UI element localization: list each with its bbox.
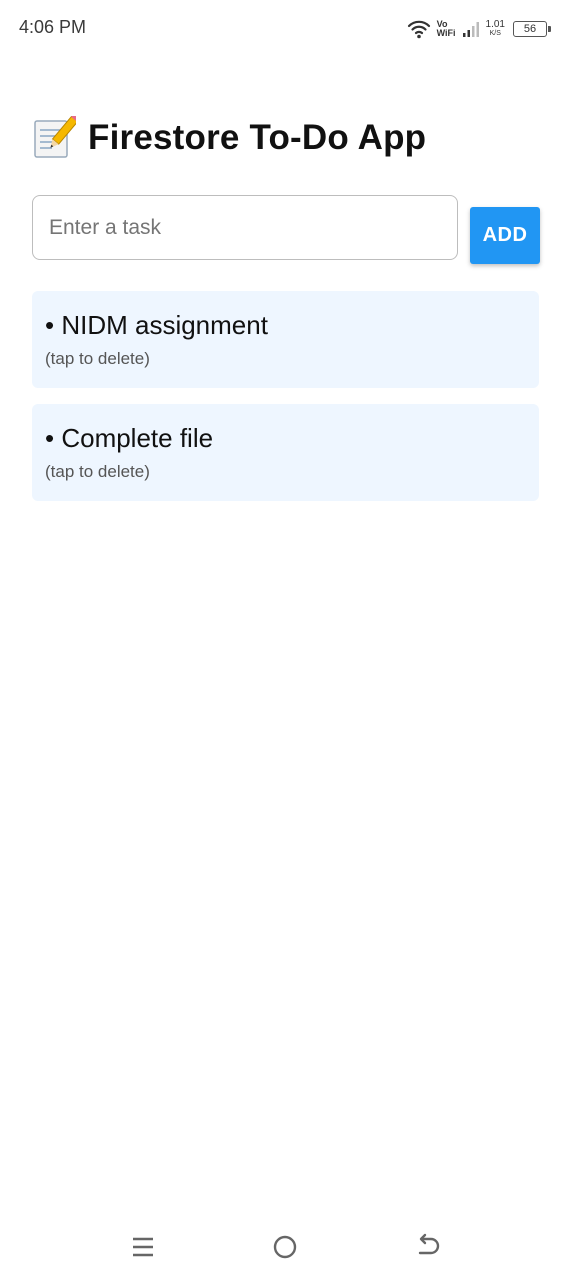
add-button[interactable]: ADD	[470, 207, 540, 264]
vowifi-indicator: Vo WiFi	[437, 20, 456, 38]
task-title: • NIDM assignment	[45, 310, 268, 340]
status-time: 4:06 PM	[19, 17, 87, 37]
task-hint: (tap to delete)	[45, 349, 150, 368]
task-hint: (tap to delete)	[45, 462, 150, 481]
memo-icon	[34, 116, 76, 158]
page-title: Firestore To-Do App	[32, 116, 426, 160]
network-speed: 1.01 K/S	[486, 20, 505, 38]
task-item[interactable]: • Complete file (tap to delete)	[32, 404, 539, 501]
app-title-text: Firestore To-Do App	[88, 118, 427, 157]
app-screen: 4:06 PM Vo WiFi 1.01 K/S 56 Firestore To…	[0, 0, 571, 1280]
back-icon[interactable]	[413, 1232, 443, 1262]
signal-icon	[462, 20, 480, 38]
home-icon[interactable]	[270, 1232, 300, 1262]
network-speed-value: 1.01	[485, 19, 505, 30]
battery-level: 56	[523, 23, 537, 35]
menu-icon[interactable]	[128, 1232, 158, 1262]
status-icons: Vo WiFi 1.01 K/S 56	[407, 17, 551, 41]
task-list: • NIDM assignment (tap to delete) • Comp…	[32, 291, 539, 517]
vowifi-bottom: WiFi	[436, 28, 456, 38]
task-input[interactable]	[32, 195, 458, 260]
task-title: • Complete file	[45, 423, 214, 453]
network-speed-unit: K/S	[489, 30, 501, 37]
task-item[interactable]: • NIDM assignment (tap to delete)	[32, 291, 539, 388]
battery-icon: 56	[513, 21, 551, 37]
navigation-bar	[0, 1216, 571, 1280]
status-bar: 4:06 PM Vo WiFi 1.01 K/S 56	[0, 0, 571, 58]
wifi-icon	[407, 19, 431, 39]
